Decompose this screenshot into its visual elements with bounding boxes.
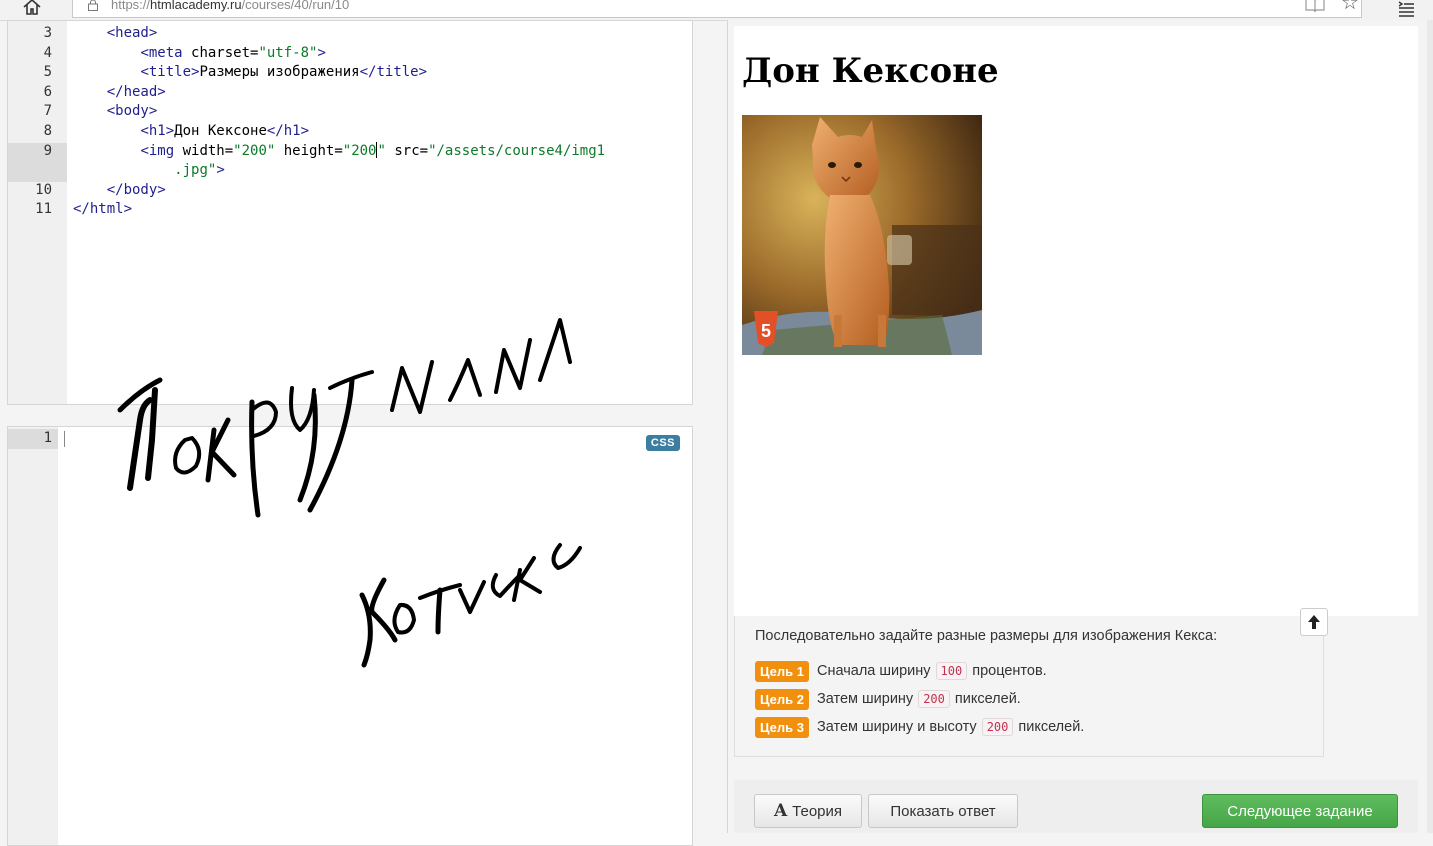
line-number: 9	[43, 142, 52, 159]
code-token: >	[317, 44, 326, 61]
code-token: Дон Кексоне	[174, 123, 267, 139]
goal-3: Цель 3 Затем ширину и высоту 200 пикселе…	[755, 716, 1084, 738]
code-token: </title>	[359, 64, 428, 81]
code-line[interactable]: </body>	[73, 181, 166, 201]
line-number-gutter	[8, 427, 58, 845]
code-token: width=	[182, 142, 234, 159]
code-line[interactable]: </html>	[73, 200, 132, 220]
code-token: "/assets/course4/img1	[428, 142, 606, 159]
hub-icon[interactable]	[1396, 0, 1416, 18]
code-token: <title>	[140, 64, 200, 81]
line-number: 11	[35, 201, 52, 218]
goal-2: Цель 2 Затем ширину 200 пикселей.	[755, 688, 1021, 710]
scrollbar-track[interactable]	[1427, 20, 1433, 833]
goal-text: пикселей.	[1018, 719, 1085, 735]
code-token: height=	[275, 142, 343, 159]
theory-button[interactable]: A Теория	[754, 794, 862, 828]
task-intro: Последовательно задайте разные размеры д…	[755, 628, 1218, 644]
goal-text: пикселей.	[954, 691, 1021, 707]
goal-badge: Цель 1	[755, 660, 809, 682]
code-token: </html>	[73, 201, 133, 218]
code-line[interactable]: <meta charset="utf-8">	[73, 44, 326, 64]
browser-toolbar: https://htmlacademy.ru/courses/40/run/10…	[0, 0, 1433, 21]
goal-text: Сначала ширину	[816, 663, 931, 679]
goal-text: Затем ширину и высоту	[816, 719, 977, 735]
line-number: 4	[43, 44, 52, 61]
css-badge: CSS	[645, 435, 680, 451]
code-token: <h1>	[140, 123, 175, 139]
code-line[interactable]: .jpg">	[73, 161, 225, 181]
code-token: <head>	[106, 25, 158, 41]
text-cursor	[64, 431, 65, 447]
code-token: Размеры изображения	[199, 64, 360, 81]
goal-1: Цель 1 Сначала ширину 100 процентов.	[755, 660, 1047, 682]
action-bar: A Теория Показать ответ Следующее задани…	[734, 780, 1418, 833]
code-token: <meta	[140, 44, 192, 61]
goal-badge: Цель 3	[755, 716, 809, 738]
line-number: 5	[43, 64, 52, 81]
line-number: 1	[43, 430, 52, 446]
code-token: </body>	[106, 181, 166, 198]
next-task-button[interactable]: Следующее задание	[1202, 794, 1398, 828]
theory-label: Теория	[792, 802, 843, 820]
line-number: 10	[35, 181, 52, 198]
code-line[interactable]: <title>Размеры изображения</title>	[73, 63, 427, 83]
code-token: .jpg"	[174, 162, 217, 179]
code-token: charset=	[191, 44, 259, 61]
task-panel: Последовательно задайте разные размеры д…	[734, 616, 1324, 757]
rendered-page: Дон Кексоне 5	[734, 26, 1418, 616]
code-line[interactable]: <img width="200" height="200" src="/asse…	[73, 141, 606, 162]
css-code-editor[interactable]: 1 CSS	[7, 426, 693, 846]
goal-text: процентов.	[972, 663, 1047, 679]
line-number: 3	[43, 25, 52, 41]
code-token: </h1>	[266, 123, 310, 139]
code-line[interactable]: </head>	[73, 83, 166, 103]
cat-image: 5	[742, 115, 982, 355]
code-token: "	[377, 142, 386, 159]
code-token: "200"	[233, 142, 276, 159]
preview-heading: Дон Кексоне	[742, 51, 999, 91]
address-bar[interactable]: https://htmlacademy.ru/courses/40/run/10…	[72, 0, 1362, 18]
code-token: src=	[385, 142, 429, 159]
goal-code: 200	[981, 718, 1014, 736]
preview-pane: Дон Кексоне 5 Последовательно задайте ра…	[727, 20, 1428, 833]
code-line[interactable]: <h1>Дон Кексоне</h1>	[73, 122, 309, 142]
goal-code: 100	[935, 662, 968, 680]
code-token: </head>	[106, 83, 166, 100]
line-number: 6	[43, 83, 52, 100]
code-line[interactable]: <body>	[73, 102, 158, 122]
arrow-up-icon	[1308, 615, 1320, 629]
show-answer-button[interactable]: Показать ответ	[868, 794, 1018, 828]
goal-badge: Цель 2	[755, 688, 809, 710]
line-number: 8	[43, 123, 52, 139]
goal-text: Затем ширину	[816, 691, 914, 707]
home-icon[interactable]	[22, 0, 42, 17]
theory-icon: A	[773, 801, 788, 821]
url-text: https://htmlacademy.ru/courses/40/run/10	[111, 0, 350, 12]
code-token: "200	[342, 142, 377, 159]
code-line[interactable]: <head>	[73, 24, 158, 44]
html-code-editor[interactable]: 3 4 5 6 7 8 9 10 11 <head> <meta charset="utf-8"…	[7, 20, 693, 405]
code-token: "utf-8"	[258, 44, 318, 61]
reading-view-icon[interactable]	[1305, 0, 1325, 13]
goal-code: 200	[918, 690, 950, 708]
code-token: <body>	[106, 103, 158, 120]
svg-text:5: 5	[761, 321, 771, 341]
collapse-task-button[interactable]	[1300, 608, 1328, 636]
line-number: 7	[43, 103, 52, 120]
code-token: >	[216, 162, 225, 179]
favorite-star-icon[interactable]: ☆	[1341, 0, 1359, 13]
code-token: <img	[140, 142, 183, 159]
lock-icon	[88, 0, 98, 11]
